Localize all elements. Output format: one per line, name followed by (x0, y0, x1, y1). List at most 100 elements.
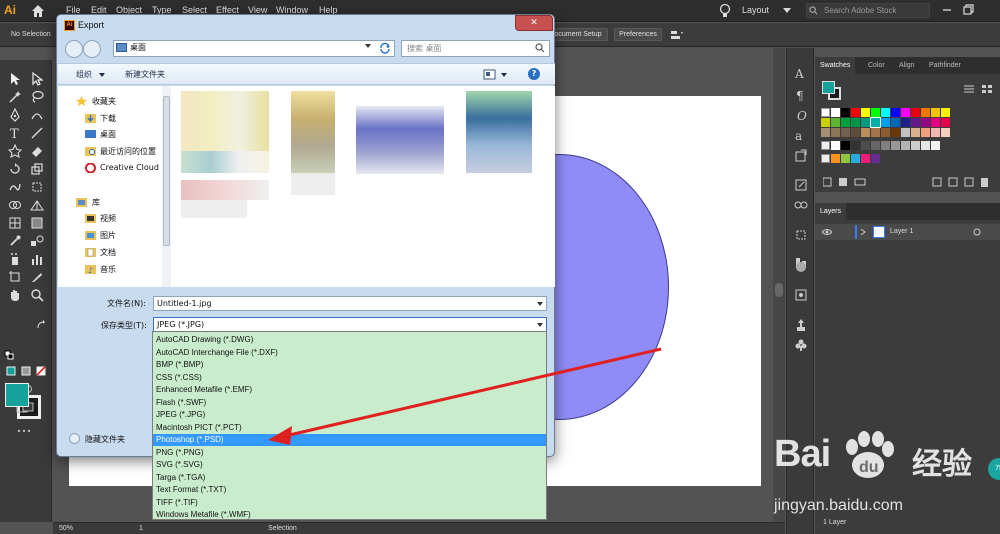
filetype-option-psd[interactable]: Photoshop (*.PSD) (153, 434, 546, 446)
refresh-icon[interactable] (379, 42, 391, 54)
swatch[interactable] (921, 118, 930, 127)
symbols-panel-icon[interactable] (794, 318, 808, 332)
swatch[interactable] (921, 128, 930, 137)
chevron-down-icon[interactable] (537, 302, 543, 306)
swatch[interactable] (851, 128, 860, 137)
layer-name[interactable]: Layer 1 (890, 228, 913, 235)
default-colors-icon[interactable] (4, 350, 14, 360)
swatch[interactable] (861, 128, 870, 137)
new-folder-button[interactable]: 新建文件夹 (125, 69, 165, 80)
home-icon[interactable] (30, 3, 46, 19)
swatch[interactable] (841, 128, 850, 137)
document-setup-button[interactable]: ocument Setup (548, 28, 608, 41)
file-thumbnail[interactable] (291, 91, 335, 173)
file-thumbnail[interactable] (181, 180, 269, 200)
nav-pictures[interactable]: 图片 (58, 228, 163, 242)
swatch[interactable] (851, 118, 860, 127)
shape-builder-tool-icon[interactable] (8, 198, 22, 212)
star-tool-icon[interactable] (8, 144, 22, 158)
nav-favorites[interactable]: 收藏夹 (58, 94, 163, 108)
mesh-tool-icon[interactable] (8, 216, 22, 230)
nav-desktop[interactable]: 桌面 (58, 127, 163, 141)
filetype-option-svg[interactable]: SVG (*.SVG) (153, 459, 546, 471)
swatch[interactable] (881, 118, 890, 127)
swatch[interactable] (881, 108, 890, 117)
tab-color[interactable]: Color (863, 57, 890, 74)
swatch[interactable] (831, 128, 840, 137)
filetype-option-wmf[interactable]: Windows Metafile (*.WMF) (153, 509, 546, 521)
free-transform-tool-icon[interactable] (30, 180, 44, 194)
filetype-option-emf[interactable]: Enhanced Metafile (*.EMF) (153, 384, 546, 396)
tab-layers[interactable]: Layers (815, 203, 847, 220)
swatch[interactable] (931, 118, 940, 127)
swatch[interactable] (851, 154, 860, 163)
filetype-option-tga[interactable]: Targa (*.TGA) (153, 472, 546, 484)
organize-button[interactable]: 组织 (76, 69, 92, 80)
nav-recent[interactable]: 最近访问的位置 (58, 144, 163, 158)
swatch[interactable] (861, 108, 870, 117)
swatch[interactable] (891, 141, 900, 150)
none-mode-icon[interactable] (36, 366, 46, 376)
fill-color-swatch[interactable] (5, 383, 29, 407)
swatch[interactable] (851, 141, 860, 150)
filetype-option-dwg[interactable]: AutoCAD Drawing (*.DWG) (153, 334, 546, 346)
swatch[interactable] (921, 108, 930, 117)
eraser-tool-icon[interactable] (30, 144, 44, 158)
warp-tool-icon[interactable] (8, 180, 22, 194)
filename-input[interactable]: Untitled-1.jpg (153, 296, 547, 311)
swatch[interactable] (861, 141, 870, 150)
chevron-down-icon[interactable] (99, 73, 105, 77)
folder-search-input[interactable]: 搜索 桌面 (401, 40, 550, 57)
swatch[interactable] (870, 117, 881, 128)
chevron-down-icon[interactable] (537, 323, 543, 327)
zoom-tool-icon[interactable] (30, 288, 44, 302)
swatch[interactable] (881, 141, 890, 150)
swap-colors-icon[interactable] (36, 320, 46, 330)
blend-tool-icon[interactable] (30, 234, 44, 248)
swatch[interactable] (831, 118, 840, 127)
appearance-panel-icon[interactable] (794, 260, 808, 274)
filetype-option-dxf[interactable]: AutoCAD Interchange File (*.DXF) (153, 347, 546, 359)
scrollbar-thumb[interactable] (163, 96, 170, 246)
swatch[interactable] (821, 128, 830, 137)
layer-row[interactable]: Layer 1 (815, 224, 1000, 240)
minimize-icon[interactable] (940, 3, 954, 17)
file-thumbnail[interactable] (181, 200, 247, 218)
workspace-switcher[interactable]: Layout (742, 5, 769, 15)
filetype-option-bmp[interactable]: BMP (*.BMP) (153, 359, 546, 371)
swatch-group-folder[interactable] (821, 154, 830, 163)
status-tool-label[interactable]: Selection (268, 525, 297, 532)
scrollbar-thumb[interactable] (775, 283, 783, 297)
filetype-option-txt[interactable]: Text Format (*.TXT) (153, 484, 546, 496)
transform-panel-icon[interactable] (794, 228, 808, 242)
swatch[interactable] (871, 128, 880, 137)
forward-button[interactable] (83, 40, 101, 58)
swatch[interactable] (881, 128, 890, 137)
filetype-option-swf[interactable]: Flash (*.SWF) (153, 397, 546, 409)
club-icon[interactable] (794, 338, 808, 352)
nav-videos[interactable]: 视频 (58, 211, 163, 225)
filetype-option-png[interactable]: PNG (*.PNG) (153, 447, 546, 459)
file-thumbnail[interactable] (356, 106, 444, 174)
magic-wand-tool-icon[interactable] (8, 90, 22, 104)
eyedropper-tool-icon[interactable] (8, 234, 22, 248)
paragraph-panel-icon[interactable]: ¶ (794, 88, 808, 102)
filetype-option-jpg[interactable]: JPEG (*.JPG) (153, 409, 546, 421)
tab-swatches[interactable]: Swatches (815, 57, 856, 74)
nav-creative-cloud[interactable]: Creative Cloud (58, 161, 163, 175)
curvature-tool-icon[interactable] (30, 108, 44, 122)
swatch[interactable] (931, 108, 940, 117)
swatch[interactable] (911, 108, 920, 117)
swatch[interactable] (831, 154, 840, 163)
filetype-option-pct[interactable]: Macintosh PICT (*.PCT) (153, 422, 546, 434)
symbol-sprayer-tool-icon[interactable] (8, 252, 22, 266)
hide-folders-toggle[interactable]: 隐藏文件夹 (69, 432, 149, 446)
more-tools-icon[interactable] (16, 428, 32, 434)
nav-music[interactable]: ♪ 音乐 (58, 262, 163, 276)
list-view-icon[interactable] (963, 84, 975, 94)
selection-tool-icon[interactable] (8, 72, 22, 86)
target-icon[interactable] (973, 228, 981, 236)
swatch[interactable] (901, 141, 910, 150)
chevron-down-icon[interactable] (501, 73, 507, 77)
swatch[interactable] (901, 108, 910, 117)
